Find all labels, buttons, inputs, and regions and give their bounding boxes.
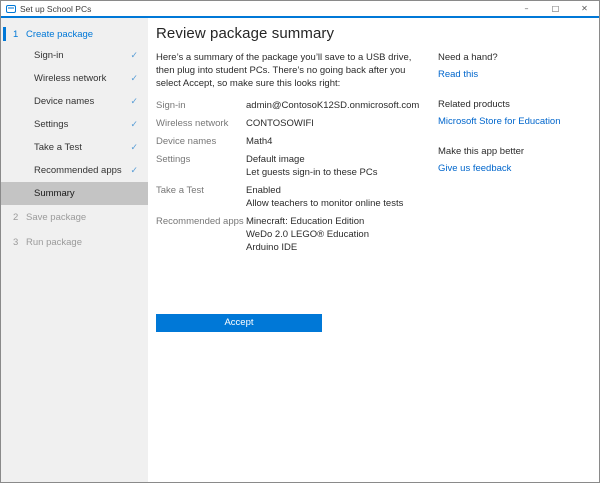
field-row-wireless-network: Wireless network CONTOSOWIFI	[156, 117, 426, 130]
step-number: 3	[13, 237, 23, 248]
step-number: 2	[13, 212, 23, 223]
sidebar-step-create-package[interactable]: 1 Create package	[1, 24, 148, 44]
help-heading: Need a hand?	[438, 51, 589, 64]
field-label: Recommended apps	[156, 215, 246, 254]
field-row-settings: Settings Default image Let guests sign-i…	[156, 153, 426, 179]
field-label: Take a Test	[156, 184, 246, 210]
help-section-make-app-better: Make this app better Give us feedback	[438, 145, 589, 175]
step-label: Create package	[26, 29, 93, 40]
step-number: 1	[13, 29, 23, 40]
help-heading: Related products	[438, 98, 589, 111]
sidebar-item-settings[interactable]: Settings ✓	[1, 113, 148, 136]
check-icon: ✓	[130, 142, 138, 153]
field-value: Math4	[246, 135, 272, 148]
field-label: Wireless network	[156, 117, 246, 130]
window-controls: – □ ✕	[512, 1, 599, 16]
help-panel: Need a hand? Read this Related products …	[426, 18, 599, 482]
field-value: Let guests sign-in to these PCs	[246, 166, 378, 179]
check-icon: ✓	[130, 96, 138, 107]
microsoft-store-link[interactable]: Microsoft Store for Education	[438, 115, 561, 128]
sidebar-item-label: Summary	[34, 188, 138, 199]
summary-fields: Sign-in admin@ContosoK12SD.onmicrosoft.c…	[156, 99, 426, 254]
sidebar-item-device-names[interactable]: Device names ✓	[1, 90, 148, 113]
wizard-sidebar: 1 Create package Sign-in ✓ Wireless netw…	[1, 18, 148, 482]
check-icon: ✓	[130, 119, 138, 130]
main-content: Review package summary Here’s a summary …	[148, 18, 426, 482]
sidebar-item-sign-in[interactable]: Sign-in ✓	[1, 44, 148, 67]
field-value: WeDo 2.0 LEGO® Education	[246, 228, 369, 241]
sidebar-item-take-a-test[interactable]: Take a Test ✓	[1, 136, 148, 159]
field-label: Settings	[156, 153, 246, 179]
help-section-need-a-hand: Need a hand? Read this	[438, 51, 589, 81]
sidebar-item-label: Recommended apps	[34, 165, 130, 176]
sidebar-item-label: Sign-in	[34, 50, 130, 61]
maximize-button[interactable]: □	[541, 1, 570, 16]
app-window: Set up School PCs – □ ✕ 1 Create package…	[0, 0, 600, 483]
field-label: Sign-in	[156, 99, 246, 112]
sidebar-item-label: Settings	[34, 119, 130, 130]
close-button[interactable]: ✕	[570, 1, 599, 16]
field-row-sign-in: Sign-in admin@ContosoK12SD.onmicrosoft.c…	[156, 99, 426, 112]
check-icon: ✓	[130, 50, 138, 61]
help-heading: Make this app better	[438, 145, 589, 158]
app-icon	[6, 5, 16, 13]
sidebar-item-label: Take a Test	[34, 142, 130, 153]
field-value: admin@ContosoK12SD.onmicrosoft.com	[246, 99, 419, 112]
step-label: Save package	[26, 212, 86, 223]
accept-button[interactable]: Accept	[156, 314, 322, 332]
check-icon: ✓	[130, 73, 138, 84]
check-icon: ✓	[130, 165, 138, 176]
step-label: Run package	[26, 237, 82, 248]
field-value: Arduino IDE	[246, 241, 369, 254]
active-step-indicator	[3, 27, 6, 41]
sidebar-item-recommended-apps[interactable]: Recommended apps ✓	[1, 159, 148, 182]
page-description: Here’s a summary of the package you’ll s…	[156, 51, 426, 90]
sidebar-item-wireless-network[interactable]: Wireless network ✓	[1, 67, 148, 90]
field-row-recommended-apps: Recommended apps Minecraft: Education Ed…	[156, 215, 426, 254]
sidebar-item-label: Device names	[34, 96, 130, 107]
page-title: Review package summary	[156, 24, 426, 44]
read-this-link[interactable]: Read this	[438, 68, 478, 81]
help-section-related-products: Related products Microsoft Store for Edu…	[438, 98, 589, 128]
field-value: Enabled	[246, 184, 403, 197]
sidebar-item-summary[interactable]: Summary	[1, 182, 148, 205]
sidebar-step-run-package[interactable]: 3 Run package	[1, 230, 148, 255]
field-value: CONTOSOWIFI	[246, 117, 314, 130]
sidebar-step-save-package[interactable]: 2 Save package	[1, 205, 148, 230]
window-title: Set up School PCs	[20, 4, 91, 14]
field-value: Minecraft: Education Edition	[246, 215, 369, 228]
sidebar-item-label: Wireless network	[34, 73, 130, 84]
minimize-button[interactable]: –	[512, 1, 541, 16]
field-label: Device names	[156, 135, 246, 148]
field-row-take-a-test: Take a Test Enabled Allow teachers to mo…	[156, 184, 426, 210]
give-feedback-link[interactable]: Give us feedback	[438, 162, 511, 175]
field-value: Default image	[246, 153, 378, 166]
field-value: Allow teachers to monitor online tests	[246, 197, 403, 210]
field-row-device-names: Device names Math4	[156, 135, 426, 148]
title-bar: Set up School PCs – □ ✕	[1, 1, 599, 16]
